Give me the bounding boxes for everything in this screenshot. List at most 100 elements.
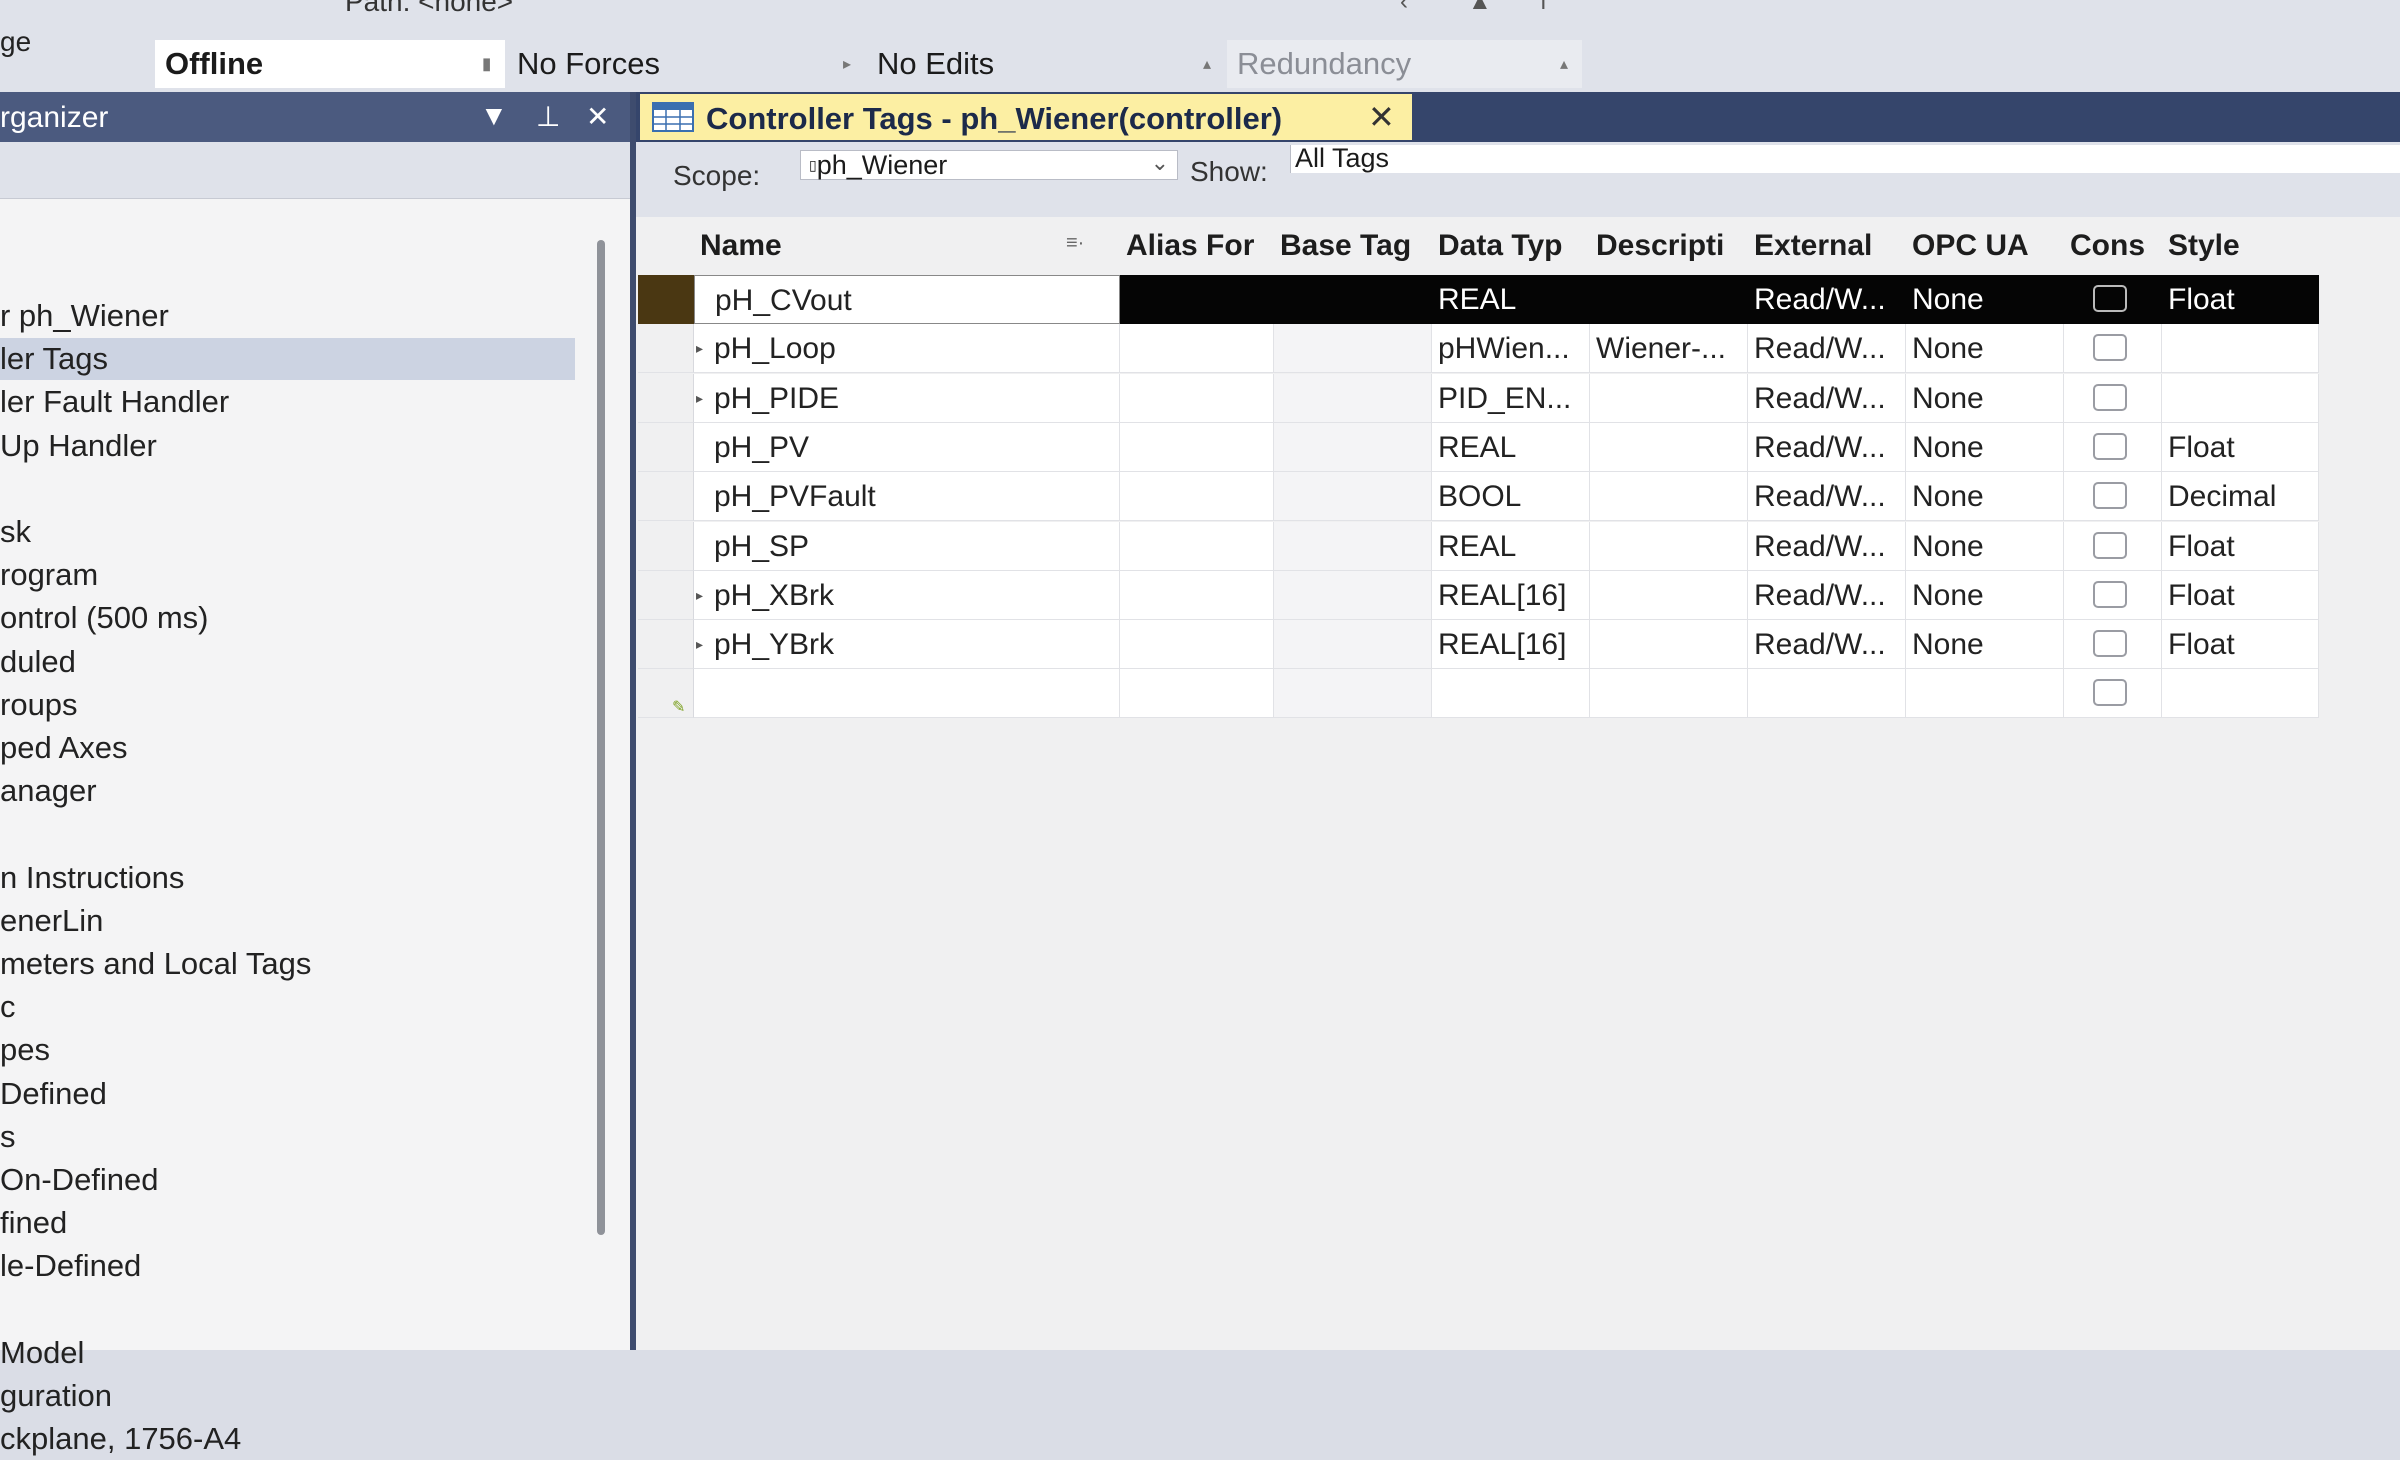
base-cell[interactable] [1274,620,1432,670]
base-cell[interactable] [1274,373,1432,423]
toolbar-arrow-icon[interactable]: ‹ [1400,0,1408,16]
organizer-tree-item[interactable]: fined [0,1202,67,1244]
column-header-alias-for[interactable]: Alias For [1120,220,1274,272]
name-cell[interactable]: pH_SP [694,521,1120,571]
table-row[interactable]: ▸ pH_XBrk REAL[16] Read/W... None Float [638,570,2400,620]
edits-status-dropdown[interactable]: No Edits ▴ [867,40,1225,88]
organizer-tree-item[interactable]: s [0,1116,16,1158]
row-selector[interactable] [638,521,694,571]
alias-cell[interactable] [1120,275,1274,324]
name-cell[interactable] [694,669,1120,719]
name-cell[interactable]: pH_CVout [694,275,1120,324]
chevron-down-icon[interactable]: ▼ [480,100,508,132]
type-cell[interactable]: REAL[16] [1432,570,1590,620]
column-header-base-tag[interactable]: Base Tag [1274,220,1432,272]
constant-checkbox[interactable] [2092,383,2127,411]
table-row[interactable]: ▸ pH_PIDE PID_EN... Read/W... None [638,373,2400,423]
alias-cell[interactable] [1120,324,1274,374]
style-cell[interactable] [2162,324,2319,374]
column-header-data-typ[interactable]: Data Typ [1432,220,1590,272]
style-cell[interactable]: Decimal [2162,472,2319,522]
opc-cell[interactable]: None [1906,570,2064,620]
base-cell[interactable] [1274,324,1432,374]
table-row[interactable]: ▸ pH_Loop pHWien... Wiener-... Read/W... None [638,324,2400,374]
opc-cell[interactable]: None [1906,324,2064,374]
style-cell[interactable]: Float [2162,521,2319,571]
constant-checkbox[interactable] [2092,580,2127,608]
desc-cell[interactable] [1590,472,1748,522]
scope-dropdown[interactable]: ▯ph_Wiener ⌄ [800,150,1178,180]
organizer-tree-item[interactable]: meters and Local Tags [0,943,311,985]
alias-cell[interactable] [1120,669,1274,719]
column-header-cons[interactable]: Cons [2064,220,2162,272]
organizer-tree-item[interactable]: ontrol (500 ms) [0,597,208,639]
desc-cell[interactable]: Wiener-... [1590,324,1748,374]
name-cell[interactable]: ▸ pH_PIDE [694,373,1120,423]
table-row[interactable]: pH_PVFault BOOL Read/W... None Decimal [638,472,2400,522]
alias-cell[interactable] [1120,570,1274,620]
organizer-tree-item[interactable]: pes [0,1029,50,1071]
organizer-tree-item[interactable]: enerLin [0,900,103,942]
expand-arrow-icon[interactable]: ▸ [696,324,703,372]
organizer-tree-item[interactable]: ped Axes [0,727,128,769]
organizer-tree-item[interactable]: n Instructions [0,857,184,899]
organizer-tree-item[interactable]: On-Defined [0,1159,159,1201]
external-cell[interactable]: Read/W... [1748,472,1906,522]
column-header-external[interactable]: External [1748,220,1906,272]
desc-cell[interactable] [1590,521,1748,571]
base-cell[interactable] [1274,422,1432,472]
alias-cell[interactable] [1120,521,1274,571]
opc-cell[interactable]: None [1906,275,2064,324]
organizer-tree-item[interactable]: r ph_Wiener [0,295,169,337]
organizer-tree-item[interactable]: duled [0,641,76,683]
type-cell[interactable]: BOOL [1432,472,1590,522]
desc-cell[interactable] [1590,570,1748,620]
constant-cell[interactable] [2064,324,2162,374]
desc-cell[interactable] [1590,620,1748,670]
organizer-tree-item[interactable]: roups [0,684,78,726]
external-cell[interactable]: Read/W... [1748,521,1906,571]
row-selector[interactable]: ✎ [638,669,694,719]
base-cell[interactable] [1274,275,1432,324]
style-cell[interactable] [2162,669,2319,719]
base-cell[interactable] [1274,472,1432,522]
opc-cell[interactable]: None [1906,422,2064,472]
desc-cell[interactable] [1590,669,1748,719]
row-selector[interactable] [638,472,694,522]
constant-cell[interactable] [2064,521,2162,571]
type-cell[interactable]: REAL [1432,422,1590,472]
expand-arrow-icon[interactable]: ▸ [696,374,703,422]
external-cell[interactable]: Read/W... [1748,570,1906,620]
constant-checkbox[interactable] [2092,482,2127,510]
organizer-tree-item[interactable]: Model [0,1332,84,1374]
type-cell[interactable] [1432,669,1590,719]
toolbar-network-icon[interactable]: ▲ [1468,0,1492,16]
show-filter-dropdown[interactable]: All Tags [1290,145,2400,173]
column-header-style[interactable]: Style [2162,220,2319,272]
style-cell[interactable]: Float [2162,570,2319,620]
alias-cell[interactable] [1120,620,1274,670]
column-header-opc-ua[interactable]: OPC UA [1906,220,2064,272]
style-cell[interactable]: Float [2162,275,2319,324]
alias-cell[interactable] [1120,373,1274,423]
name-cell[interactable]: ▸ pH_YBrk [694,620,1120,670]
constant-cell[interactable] [2064,422,2162,472]
base-cell[interactable] [1274,669,1432,719]
constant-checkbox[interactable] [2092,679,2127,707]
table-row[interactable]: pH_SP REAL Read/W... None Float [638,521,2400,571]
opc-cell[interactable]: None [1906,373,2064,423]
organizer-tree-item[interactable]: le-Defined [0,1245,141,1287]
organizer-tree-item[interactable]: ckplane, 1756-A4 [0,1418,241,1460]
organizer-tree-item[interactable]: ler Tags [0,338,575,380]
organizer-tree-item[interactable]: c [0,986,16,1028]
controller-mode-dropdown[interactable]: Offline ▮ [155,40,505,88]
opc-cell[interactable] [1906,669,2064,719]
name-cell[interactable]: ▸ pH_Loop [694,324,1120,374]
type-cell[interactable]: REAL [1432,521,1590,571]
constant-cell[interactable] [2064,472,2162,522]
constant-checkbox[interactable] [2092,334,2127,362]
external-cell[interactable] [1748,669,1906,719]
close-tab-icon[interactable]: ✕ [1368,98,1395,136]
type-cell[interactable]: REAL[16] [1432,620,1590,670]
alias-cell[interactable] [1120,422,1274,472]
